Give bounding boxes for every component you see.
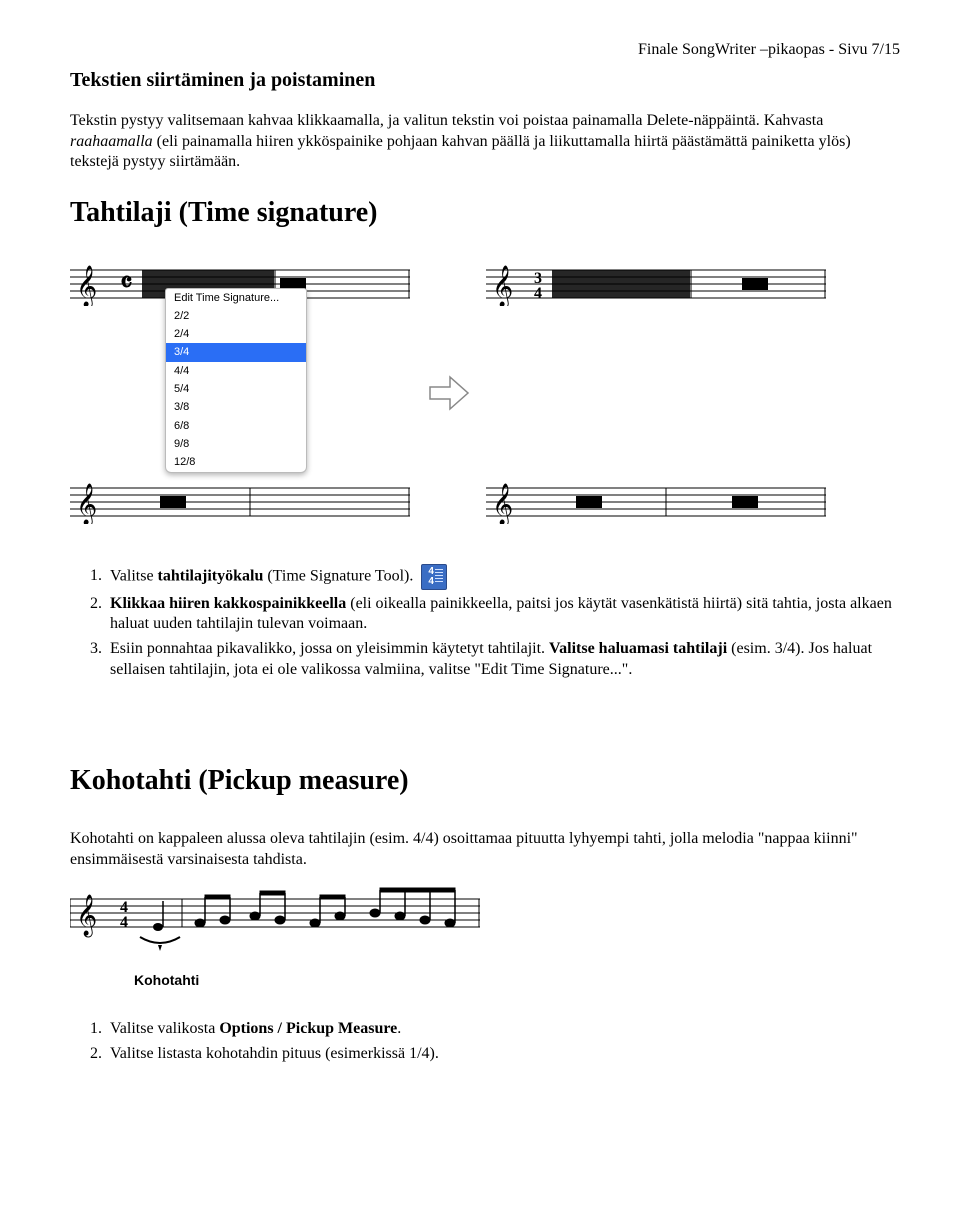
svg-text:4: 4 (120, 914, 128, 931)
tool-icon-staff-lines (435, 569, 443, 585)
section-title-timesig: Tahtilaji (Time signature) (70, 195, 900, 231)
arrow-right-icon (424, 369, 472, 417)
timesig-context-menu[interactable]: Edit Time Signature... 2/2 2/4 3/4 4/4 5… (165, 288, 307, 473)
staff-right-bottom: 𝄞 (486, 480, 826, 524)
list-item: Klikkaa hiiren kakkospainikkeella (eli o… (106, 594, 900, 636)
k-li1-after: . (397, 1020, 401, 1037)
menu-item-edit[interactable]: Edit Time Signature... (166, 289, 306, 307)
k-li1-before: Valitse valikosta (110, 1020, 219, 1037)
li1-after: (Time Signature Tool). (263, 567, 417, 584)
section-title-kohotahti: Kohotahti (Pickup measure) (70, 763, 900, 799)
menu-item-9-8[interactable]: 9/8 (166, 435, 306, 453)
kohotahti-staff: 𝄞 4 4 (70, 887, 480, 967)
kohotahti-figure: 𝄞 4 4 (70, 887, 900, 989)
kohotahti-brace-label: Kohotahti (134, 971, 900, 989)
svg-text:𝄞: 𝄞 (76, 483, 97, 524)
li2-bold: Klikkaa hiiren kakkospainikkeella (110, 595, 346, 612)
li1-before: Valitse (110, 567, 158, 584)
tool-icon-bottom-digit: 4 (428, 577, 434, 587)
list-item: Valitse tahtilajityökalu (Time Signature… (106, 564, 900, 590)
time-signature-tool-icon: 4 4 (421, 564, 447, 590)
timesig-instructions: Valitse tahtilajityökalu (Time Signature… (88, 564, 900, 681)
menu-item-6-8[interactable]: 6/8 (166, 417, 306, 435)
li1-bold: tahtilajityökalu (158, 567, 264, 584)
menu-item-2-2[interactable]: 2/2 (166, 307, 306, 325)
page-header: Finale SongWriter –pikaopas - Sivu 7/15 (70, 40, 900, 61)
section-title-text-move: Tekstien siirtäminen ja poistaminen (70, 67, 900, 93)
staff-left-top-with-menu: 𝄞 𝄴 Edit Time Signature... 2/2 2/4 3/4 4… (70, 262, 410, 306)
k-li1-bold: Options / Pickup Measure (219, 1020, 397, 1037)
para-italic-word: raahaamalla (70, 133, 153, 150)
svg-text:𝄞: 𝄞 (76, 894, 97, 937)
section1-paragraph: Tekstin pystyy valitsemaan kahvaa klikka… (70, 111, 900, 173)
menu-item-2-4[interactable]: 2/4 (166, 325, 306, 343)
list-item: Esiin ponnahtaa pikavalikko, jossa on yl… (106, 639, 900, 681)
list-item: Valitse valikosta Options / Pickup Measu… (106, 1019, 900, 1040)
li3-a: Esiin ponnahtaa pikavalikko, jossa on yl… (110, 640, 549, 657)
kohotahti-instructions: Valitse valikosta Options / Pickup Measu… (88, 1019, 900, 1065)
menu-item-5-4[interactable]: 5/4 (166, 380, 306, 398)
kohotahti-paragraph: Kohotahti on kappaleen alussa oleva taht… (70, 829, 900, 871)
staff-right-top: 𝄞 3 4 (486, 262, 826, 306)
li3-bold: Valitse haluamasi tahtilaji (549, 640, 727, 657)
list-item: Valitse listasta kohotahdin pituus (esim… (106, 1044, 900, 1065)
svg-text:𝄞: 𝄞 (492, 483, 513, 524)
menu-item-3-8[interactable]: 3/8 (166, 398, 306, 416)
svg-text:𝄞: 𝄞 (492, 265, 513, 306)
timesig-figure: 𝄞 𝄴 Edit Time Signature... 2/2 2/4 3/4 4… (70, 262, 900, 524)
menu-item-12-8[interactable]: 12/8 (166, 453, 306, 471)
svg-text:4: 4 (534, 285, 542, 302)
menu-item-3-4[interactable]: 3/4 (166, 343, 306, 361)
svg-text:𝄴: 𝄴 (120, 268, 133, 299)
staff-left-bottom: 𝄞 (70, 480, 410, 524)
para-text-before: Tekstin pystyy valitsemaan kahvaa klikka… (70, 112, 823, 129)
svg-text:𝄞: 𝄞 (76, 265, 97, 306)
menu-item-4-4[interactable]: 4/4 (166, 362, 306, 380)
para-text-after: (eli painamalla hiiren ykköspainike pohj… (70, 133, 851, 171)
